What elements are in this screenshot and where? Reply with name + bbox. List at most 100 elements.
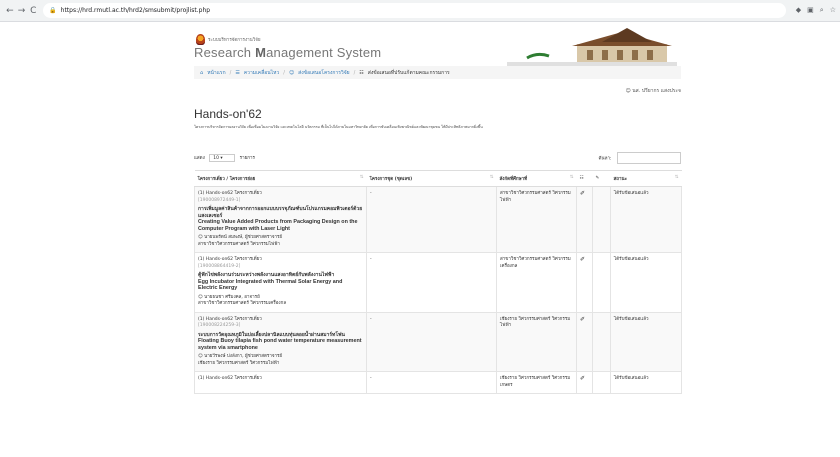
page-size-control: แสดง 10 ▾ รายการ xyxy=(194,154,255,162)
back-button[interactable]: ← xyxy=(4,6,16,16)
edit-icon: ✎ xyxy=(595,176,600,181)
users-icon: ☺ xyxy=(288,69,295,76)
column-header-edit[interactable]: ✎ xyxy=(592,170,611,187)
person-icon: ☺ xyxy=(198,294,203,300)
site-header: ระบบบริหารจัดการงานวิจัย Research Manage… xyxy=(194,22,681,66)
group-cell: - xyxy=(366,252,497,313)
search-label: ค้นหา: xyxy=(598,156,612,162)
breadcrumb-item-3[interactable]: ส่งข้อเสนอโครงการวิจัย xyxy=(298,69,349,77)
sort-icon: ⇅ xyxy=(489,175,494,180)
attachment-cell: ✐ xyxy=(576,186,593,253)
group-cell: - xyxy=(366,311,497,372)
list-icon: ☰ xyxy=(235,69,240,76)
column-header[interactable]: สถานะ ⇅ xyxy=(610,170,682,187)
org-name: ระบบบริหารจัดการงานวิจัย xyxy=(208,38,261,43)
bookmark-star-icon[interactable]: ☆ xyxy=(830,6,836,15)
project-title-en: Egg Incubator Integrated with Thermal So… xyxy=(198,278,343,292)
researcher-dept: สาขาวิชาวิศวกรรมศาสตร์ วิศวกรรมไฟฟ้า xyxy=(198,241,280,247)
project-table: โครงการเดี่ยว / โครงการย่อย ⇅ โครงการชุด … xyxy=(194,170,682,394)
document-icon: ☷ xyxy=(359,69,364,76)
url-text: https://hrd.rmutl.ac.th/hrd2/smsubmit/pr… xyxy=(60,7,211,14)
affiliation-cell: สาขาวิชาวิศวกรรมศาสตร์ วิศวกรรมไฟฟ้า xyxy=(496,186,577,253)
university-logo-icon[interactable] xyxy=(196,34,205,45)
breadcrumb-separator: / xyxy=(353,69,356,76)
column-header[interactable]: สังกัดที่ศึกษาที่ ⇅ xyxy=(496,170,577,187)
affiliation-cell: สาขาวิชาวิศวกรรมศาสตร์ วิศวกรรมเครื่องกล xyxy=(496,252,577,313)
search-control: ค้นหา: xyxy=(598,152,681,164)
show-label: แสดง xyxy=(194,156,205,161)
home-icon: ⌂ xyxy=(200,69,204,76)
page: ระบบบริหารจัดการงานวิจัย Research Manage… xyxy=(0,22,840,457)
project-cell: (1) Hands-on62 โครงการเดี่ยว [1900089724… xyxy=(194,186,367,253)
sort-icon: ⇅ xyxy=(359,175,364,180)
app-title[interactable]: Research Management System xyxy=(194,45,381,60)
table-controls: แสดง 10 ▾ รายการ ค้นหา: xyxy=(194,152,681,164)
project-title-en: Floating Buoy tilapia fish pond water te… xyxy=(198,338,362,351)
table-row: (1) Hands-on62 โครงการเดี่ยว - เชียงราย … xyxy=(194,371,682,394)
breadcrumb-home[interactable]: หน้าแรก xyxy=(207,69,225,77)
page-size-select[interactable]: 10 ▾ xyxy=(209,154,236,162)
paperclip-icon[interactable]: ✐ xyxy=(580,256,585,263)
zoom-icon[interactable]: ⌕ xyxy=(820,6,824,15)
attachment-cell: ✐ xyxy=(576,311,593,372)
page-description: โครงการบริหารจัดการผลงานวิจัย เพื่อเชื่อ… xyxy=(194,125,483,129)
project-code[interactable]: [190008864419-2] xyxy=(198,264,363,271)
status-cell: ได้รับข้อเสนอแล้ว xyxy=(610,311,682,372)
breadcrumb-current: ส่งข้อเสนอที่ปรับแก้ตามคณะกรรมการ xyxy=(367,69,450,76)
sort-icon: ⇅ xyxy=(674,175,679,180)
lock-icon: 🔒 xyxy=(49,7,57,14)
paperclip-icon[interactable]: ✐ xyxy=(580,190,585,197)
user-name: นส. ปรียากร แสงประจ xyxy=(632,88,681,94)
column-header[interactable]: โครงการชุด (ชุดเลข) ⇅ xyxy=(366,170,497,187)
breadcrumb: ⌂ หน้าแรก / ☰ ความเคลื่อนไหว / ☺ ส่งข้อเ… xyxy=(194,66,681,79)
reload-button[interactable]: C xyxy=(27,6,39,16)
records-label: รายการ xyxy=(239,156,255,161)
researcher-dept: เชียงราย วิศวกรรมศาสตร์ วิศวกรรมไฟฟ้า xyxy=(198,360,280,366)
project-cell: (1) Hands-on62 โครงการเดี่ยว [1900088644… xyxy=(194,252,367,313)
status-cell: ได้รับข้อเสนอแล้ว xyxy=(610,186,682,253)
project-title-th: การเพิ่มมูลค่าสินค้าจากการออกแบบบรรจุภัณ… xyxy=(198,206,363,219)
edit-cell xyxy=(592,186,611,253)
status-cell: ได้รับข้อเสนอแล้ว xyxy=(610,252,682,313)
edit-cell xyxy=(592,311,611,372)
column-header[interactable]: โครงการเดี่ยว / โครงการย่อย ⇅ xyxy=(194,170,367,187)
document-icon: ☷ xyxy=(579,176,584,181)
address-bar[interactable]: 🔒 https://hrd.rmutl.ac.th/hrd2/smsubmit/… xyxy=(43,3,786,18)
person-icon: ☺ xyxy=(198,235,203,240)
main-container: ระบบบริหารจัดการงานวิจัย Research Manage… xyxy=(194,22,682,394)
project-code[interactable]: [190008224259-3] xyxy=(198,323,363,330)
paperclip-icon[interactable]: ✐ xyxy=(580,375,585,382)
person-icon: ☺ xyxy=(198,354,203,359)
column-header-document[interactable]: ☷ xyxy=(576,170,593,187)
edit-cell xyxy=(592,252,611,313)
breadcrumb-item-2[interactable]: ความเคลื่อนไหว xyxy=(244,69,279,77)
search-input[interactable] xyxy=(617,152,681,164)
building-banner-icon xyxy=(507,28,677,66)
sort-icon: ⇅ xyxy=(569,175,574,180)
project-title-en: Creating Value Added Products from Packa… xyxy=(198,219,358,232)
extension-icon[interactable]: ◆ xyxy=(796,6,801,15)
researcher-dept: สาขาวิชาวิศวกรรมศาสตร์ วิศวกรรมเครื่องกล xyxy=(198,301,287,306)
project-code[interactable]: [190008972449-1] xyxy=(198,198,363,205)
extensions: ◆ ▣ ⌕ ☆ xyxy=(796,6,836,15)
affiliation-cell: เชียงราย วิศวกรรมศาสตร์ วิศวกรรมเกษตร xyxy=(496,371,577,394)
page-title: Hands-on'62 xyxy=(194,107,262,121)
breadcrumb-separator: / xyxy=(229,69,232,76)
user-info[interactable]: ☺ นส. ปรียากร แสงประจ xyxy=(194,87,681,95)
edit-cell xyxy=(592,371,611,394)
table-row: (1) Hands-on62 โครงการเดี่ยว [1900082242… xyxy=(194,311,682,372)
table-row: (1) Hands-on62 โครงการเดี่ยว [1900089724… xyxy=(194,186,682,253)
translate-icon[interactable]: ▣ xyxy=(807,6,814,15)
table-header-row: โครงการเดี่ยว / โครงการย่อย ⇅ โครงการชุด … xyxy=(194,170,682,187)
breadcrumb-separator: / xyxy=(283,69,285,76)
user-icon: ☺ xyxy=(625,88,631,94)
group-cell: - xyxy=(366,186,497,253)
project-cell: (1) Hands-on62 โครงการเดี่ยว xyxy=(194,371,367,394)
group-cell: - xyxy=(366,371,497,394)
project-cell: (1) Hands-on62 โครงการเดี่ยว [1900082242… xyxy=(194,311,367,372)
status-cell: ได้รับข้อเสนอแล้ว xyxy=(610,371,682,394)
paperclip-icon[interactable]: ✐ xyxy=(580,316,585,323)
attachment-cell: ✐ xyxy=(576,252,593,313)
browser-toolbar: ← → C 🔒 https://hrd.rmutl.ac.th/hrd2/sms… xyxy=(0,0,840,22)
forward-button[interactable]: → xyxy=(16,6,28,16)
